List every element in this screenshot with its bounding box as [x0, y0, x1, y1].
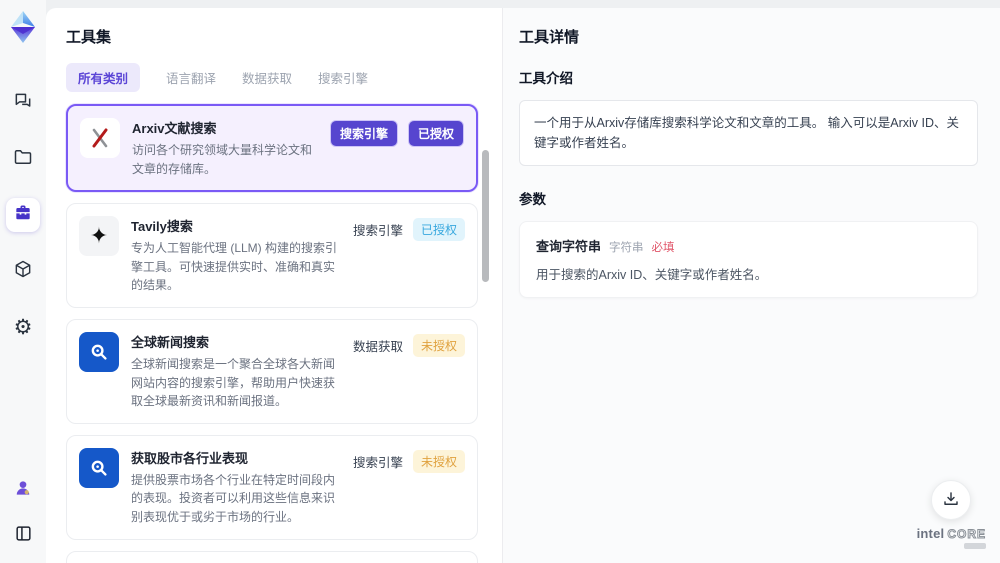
tab-1[interactable]: 语言翻译 [166, 63, 216, 92]
download-button[interactable] [931, 480, 972, 520]
toolbox-icon [13, 203, 33, 228]
tool-category-badge: 搜索引擎 [329, 120, 398, 147]
chat-icon [13, 91, 33, 116]
sidebar-item-collapse[interactable] [6, 519, 40, 553]
search-blue-icon [79, 447, 119, 488]
tab-2[interactable]: 数据获取 [242, 63, 292, 92]
intel-core-logo: intel CORE [917, 526, 986, 549]
tool-name: Tavily搜索 [131, 219, 193, 235]
param-list: 查询字符串 字符串 必填用于搜索的Arxiv ID、关键字或作者姓名。 [519, 221, 978, 298]
param-description: 用于搜索的Arxiv ID、关键字或作者姓名。 [536, 268, 768, 282]
tools-panel: 工具集 所有类别 语言翻译 数据获取 搜索引擎 Arxiv文献搜索 访问各个研究领域大量… [46, 8, 503, 563]
tab-3[interactable]: 搜索引擎 [318, 63, 368, 92]
app-window: ⚙ 工具集 所有类别 语言翻译 数据获取 搜索引擎 Arxiv文献搜索 访问各个… [0, 0, 1000, 563]
tool-intro-text: 一个用于从Arxiv存储库搜索科学论文和文章的工具。 输入可以是Arxiv ID… [519, 100, 978, 166]
tool-description: 访问各个研究领域大量科学论文和文章的存储库。 [132, 143, 313, 176]
arxiv-icon [80, 118, 120, 158]
collapse-panel-icon [14, 524, 33, 548]
param-required-flag: 必填 [651, 242, 675, 254]
tool-auth-badge: 已授权 [412, 218, 465, 242]
params-heading: 参数 [519, 192, 546, 207]
tool-card[interactable]: Arxiv文献搜索访问各个研究领域大量科学论文和文章的存储库。 搜索引擎 已授权 [66, 104, 478, 193]
sidebar-item-settings[interactable]: ⚙ [6, 310, 40, 344]
sidebar-item-chat[interactable] [6, 86, 40, 120]
tool-card[interactable]: ✦ Tavily搜索专为人工智能代理 (LLM) 构建的搜索引擎工具。可快速提供实… [66, 203, 478, 308]
sidebar-item-files[interactable] [6, 142, 40, 176]
sidebar: ⚙ [0, 0, 46, 563]
tool-description: 专为人工智能代理 (LLM) 构建的搜索引擎工具。可快速提供实时、准确和真实的结… [131, 241, 338, 293]
floating-actions: intel CORE [917, 480, 986, 549]
tool-auth-badge: 已授权 [407, 120, 464, 147]
scrollbar-thumb[interactable] [482, 150, 489, 282]
tool-description: 全球新闻搜索是一个聚合全球各大新闻网站内容的搜索引擎，帮助用户快速获取全球最新资… [131, 356, 336, 409]
page-title: 工具集 [66, 29, 112, 46]
folder-icon [13, 147, 33, 172]
ultra-chip [964, 543, 986, 549]
detail-title: 工具详情 [519, 29, 580, 46]
search-blue-icon [79, 331, 119, 372]
param-type: 字符串 [609, 242, 644, 254]
tab-0[interactable]: 所有类别 [66, 63, 141, 92]
tool-name: Arxiv文献搜索 [132, 121, 217, 136]
param-name: 查询字符串 [536, 239, 602, 254]
tool-category-badge: 搜索引擎 [352, 455, 403, 470]
category-tabs: 所有类别 语言翻译 数据获取 搜索引擎 [66, 63, 478, 92]
tool-description: 提供股票市场各个行业在特定时间段内的表现。投资者可以利用这些信息来识别表现优于或… [131, 472, 336, 524]
avatar-icon [13, 478, 33, 503]
intel-wordmark: intel [916, 526, 945, 541]
download-icon [942, 490, 960, 511]
sidebar-item-models[interactable] [6, 254, 40, 288]
tool-card[interactable]: 全球新闻搜索全球新闻搜索是一个聚合全球各大新闻网站内容的搜索引擎，帮助用户快速获… [66, 318, 478, 424]
tool-card[interactable]: 获取市场最活跃股票信息提供当天交易量最高的股票列表，投资者可以利用这些信息来识别… [66, 550, 478, 563]
tool-name: 获取股市各行业表现 [131, 450, 249, 466]
tool-auth-badge: 未授权 [412, 333, 465, 357]
sidebar-nav: ⚙ [6, 86, 40, 344]
tool-card[interactable]: 获取股市各行业表现提供股票市场各个行业在特定时间段内的表现。投资者可以利用这些信… [66, 434, 478, 540]
param-card: 查询字符串 字符串 必填用于搜索的Arxiv ID、关键字或作者姓名。 [519, 221, 978, 298]
core-wordmark: CORE [947, 527, 986, 542]
sidebar-item-account[interactable] [6, 473, 40, 507]
star-icon: ✦ [79, 216, 119, 257]
intro-heading: 工具介绍 [519, 71, 573, 86]
sidebar-item-toolbox[interactable] [6, 198, 40, 232]
tool-list: Arxiv文献搜索 访问各个研究领域大量科学论文和文章的存储库。 搜索引擎 已授权 ✦ T… [66, 104, 478, 563]
cube-icon [13, 259, 33, 284]
tool-category-badge: 搜索引擎 [352, 224, 403, 239]
tool-category-badge: 数据获取 [352, 339, 403, 354]
gear-icon: ⚙ [13, 315, 33, 339]
sidebar-bottom [6, 473, 40, 553]
tool-auth-badge: 未授权 [412, 449, 465, 473]
app-logo [6, 8, 40, 46]
tool-name: 全球新闻搜索 [131, 334, 210, 350]
